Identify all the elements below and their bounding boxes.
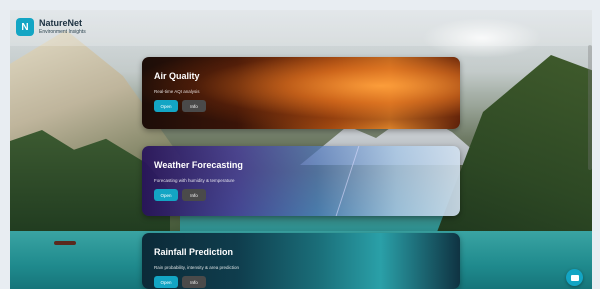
open-button[interactable]: Open [154, 276, 178, 288]
card-title: Rainfall Prediction [154, 247, 234, 257]
logo-badge-icon: N [16, 18, 34, 36]
card-description: Rain probability, intensity & area predi… [154, 265, 239, 270]
card-description: Real-time AQI analysis [154, 89, 200, 94]
card-content: Rainfall Prediction Rain probability, in… [154, 247, 239, 288]
card-buttons: Open Info [154, 100, 206, 112]
info-button[interactable]: Info [182, 276, 206, 288]
card-buttons: Open Info [154, 189, 243, 201]
card-content: Air Quality Real-time AQI analysis Open … [154, 71, 206, 112]
card-content: Weather Forecasting Forecasting with hum… [154, 160, 243, 201]
card-weather-forecasting[interactable]: Weather Forecasting Forecasting with hum… [142, 146, 460, 216]
card-description: Forecasting with humidity & temperature [154, 178, 235, 183]
brand-logo[interactable]: N NatureNet Environment Insights [16, 18, 86, 36]
chat-button[interactable] [566, 269, 583, 286]
app-title: NatureNet [39, 18, 83, 28]
open-button[interactable]: Open [154, 100, 178, 112]
app-subtitle: Environment Insights [39, 29, 86, 35]
info-button[interactable]: Info [182, 189, 206, 201]
open-button[interactable]: Open [154, 189, 178, 201]
card-air-quality[interactable]: Air Quality Real-time AQI analysis Open … [142, 57, 460, 129]
top-header: N NatureNet Environment Insights [10, 10, 592, 46]
chat-icon [570, 274, 579, 281]
card-buttons: Open Info [154, 276, 239, 288]
boat [54, 241, 76, 245]
card-rainfall-prediction[interactable]: Rainfall Prediction Rain probability, in… [142, 233, 460, 289]
card-title: Weather Forecasting [154, 160, 243, 170]
card-title: Air Quality [154, 71, 200, 81]
page-scrollbar[interactable] [588, 45, 592, 170]
brand-text: NatureNet Environment Insights [39, 19, 86, 35]
info-button[interactable]: Info [182, 100, 206, 112]
